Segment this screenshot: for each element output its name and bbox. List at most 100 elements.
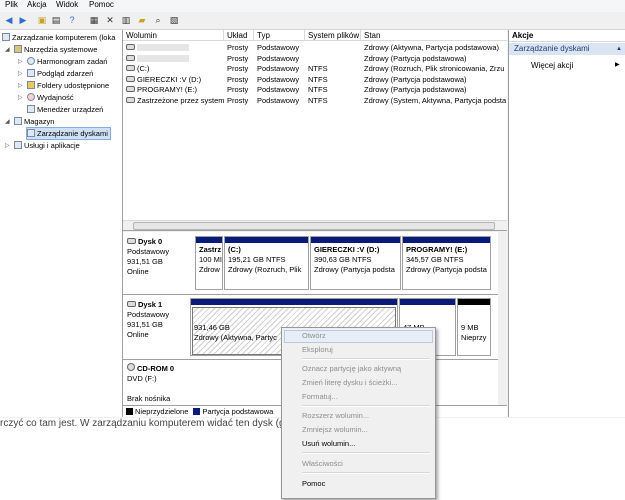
column-header-type[interactable]: Typ [254, 30, 305, 41]
disk-management-icon [27, 129, 35, 137]
menu-view[interactable]: Widok [56, 0, 78, 9]
expand-icon[interactable]: ▷ [5, 142, 10, 149]
table-row[interactable]: GIERECZKI :V (D:) Prosty Podstawowy NTFS Zdr… [123, 74, 507, 85]
search-icon[interactable]: ⌕ [152, 14, 164, 26]
primary-partition-swatch [193, 408, 201, 415]
volume-type: Podstawowy [257, 64, 300, 73]
tree-shared-folders[interactable]: Foldery udostępnione [27, 80, 109, 91]
navigation-tree: Zarządzanie komputerem (loka ◢ Narzędzia… [0, 30, 123, 417]
scrollbar-thumb[interactable] [133, 222, 495, 230]
expand-icon[interactable]: ▷ [18, 82, 23, 89]
tree-task-scheduler[interactable]: Harmonogram zadań [27, 56, 107, 67]
disk-1-state: Online [127, 330, 149, 339]
cdrom-name: CD-ROM 0 [137, 364, 175, 373]
help-icon[interactable]: ? [66, 14, 78, 26]
menu-action[interactable]: Akcja [27, 0, 47, 9]
actions-header: Akcje [509, 30, 625, 42]
properties-sheet-icon[interactable]: ▥ [120, 14, 132, 26]
volume-layout: Prosty [227, 43, 249, 52]
context-menu: Otwórz Eksploruj Oznacz partycję jako ak… [281, 327, 436, 499]
menu-item-properties[interactable]: Właściwości [302, 458, 343, 470]
menu-item-shrink[interactable]: Zmniejsz wolumin... [302, 424, 368, 436]
volume-filesystem [305, 53, 361, 64]
properties-icon[interactable]: ▦ [88, 14, 100, 26]
more-actions-item[interactable]: Więcej akcji [531, 61, 573, 70]
tree-root[interactable]: Zarządzanie komputerem (loka [2, 32, 115, 43]
delete-icon[interactable]: ✕ [104, 14, 116, 26]
disk-0-row[interactable]: Dysk 0 Podstawowy 931,51 GB Online Zastr… [123, 232, 507, 295]
clock-icon [27, 57, 35, 65]
vertical-scrollbar[interactable] [498, 232, 507, 406]
disk-0-size: 931,51 GB [127, 257, 163, 266]
actions-section-disk-management[interactable]: Zarządzanie dyskami ▲ [509, 43, 625, 55]
partition-c[interactable]: (C:) 195,21 GB NTFS Zdrowy (Rozruch, Plik [224, 236, 309, 290]
table-row[interactable]: Zastrzeżone przez system Prosty Podstawowy… [123, 95, 507, 106]
expand-icon[interactable]: ▷ [18, 70, 23, 77]
open-icon[interactable]: ▰ [136, 14, 148, 26]
folder-icon [27, 81, 35, 89]
horizontal-scrollbar[interactable] [123, 220, 507, 230]
collapse-arrow-icon[interactable]: ▲ [616, 43, 622, 55]
table-row[interactable]: Prosty Podstawowy Zdrowy (Partycja podstaw… [123, 53, 507, 64]
submenu-arrow-icon: ▶ [615, 62, 620, 68]
table-row[interactable]: PROGRAMY! (E:) Prosty Podstawowy NTFS Zdrowy… [123, 84, 507, 95]
services-icon [14, 141, 22, 149]
menu-item-format[interactable]: Formatuj... [302, 391, 338, 403]
collapse-icon[interactable]: ◢ [5, 46, 10, 53]
volume-layout: Prosty [227, 74, 249, 84]
column-header-status[interactable]: Stan [361, 30, 507, 41]
actions-pane: Akcje Zarządzanie dyskami ▲ Więcej akcji … [508, 30, 625, 417]
tree-event-viewer[interactable]: Podgląd zdarzeń [27, 68, 93, 79]
tree-disk-management[interactable]: Zarządzanie dyskami [26, 127, 111, 140]
menu-item-mark-active[interactable]: Oznacz partycję jako aktywną [302, 363, 401, 375]
menu-file[interactable]: Plik [5, 0, 18, 9]
disk-0-name: Dysk 0 [138, 237, 163, 246]
volume-layout: Prosty [227, 95, 249, 105]
menu-item-help[interactable]: Pomoc [302, 478, 325, 490]
partition-system-reserved[interactable]: Zastrz 100 MI Zdrow [195, 236, 223, 290]
tree-performance[interactable]: Wydajność [27, 92, 74, 103]
expand-icon[interactable]: ▷ [18, 58, 23, 65]
cdrom-icon [127, 363, 135, 371]
blurred-volume-name [137, 54, 189, 62]
column-header-layout[interactable]: Układ [224, 30, 254, 41]
partition-disk1-unallocated[interactable]: 9 MB Nieprzy [457, 298, 491, 356]
disk-0-type: Podstawowy [127, 247, 170, 256]
disk-0-state: Online [127, 267, 149, 276]
column-header-filesystem[interactable]: System plików [305, 30, 361, 41]
table-row[interactable]: Prosty Podstawowy Zdrowy (Aktywna, Partycj… [123, 42, 507, 53]
expand-icon[interactable]: ▷ [18, 94, 23, 101]
tree-services[interactable]: Usługi i aplikacje [14, 140, 80, 151]
folder-up-icon[interactable]: ▣ [36, 14, 48, 26]
volume-status: Zdrowy (Rozruch, Plik stronicowania, Zrz… [364, 64, 505, 73]
volume-icon [126, 86, 135, 92]
tree-device-manager[interactable]: Menedżer urządzeń [27, 104, 103, 115]
volume-type: Podstawowy [257, 74, 300, 84]
tree-system-tools[interactable]: Narzędzia systemowe [14, 44, 97, 55]
legend-primary: Partycja podstawowa [202, 407, 274, 416]
partition-d[interactable]: GIERECZKI :V (D:) 390,63 GB NTFS Zdrowy (P… [310, 236, 401, 290]
menu-item-change-letter[interactable]: Zmień literę dysku i ścieżki... [302, 377, 397, 389]
show-tree-icon[interactable]: ▤ [50, 14, 62, 26]
table-row[interactable]: (C:) Prosty Podstawowy NTFS Zdrowy (Rozruch,… [123, 63, 507, 74]
disk-1-size: 931,51 GB [127, 320, 163, 329]
disk-icon [127, 238, 136, 244]
tree-storage[interactable]: Magazyn [14, 116, 54, 127]
menu-help[interactable]: Pomoc [89, 0, 114, 9]
toolbar: ◀ ▶ ▣ ▤ ? ▦ ✕ ▥ ▰ ⌕ ▧ [0, 12, 625, 30]
column-header-volume[interactable]: Wolumin [123, 30, 224, 41]
menu-item-extend[interactable]: Rozszerz wolumin... [302, 410, 369, 422]
forward-icon[interactable]: ▶ [17, 14, 29, 26]
cdrom-type: DVD (F:) [127, 374, 157, 383]
back-icon[interactable]: ◀ [3, 14, 15, 26]
partition-e[interactable]: PROGRAMY! (E:) 345,57 GB NTFS Zdrowy (Part… [402, 236, 491, 290]
menu-item-delete-volume[interactable]: Usuń wolumin... [302, 438, 355, 450]
menu-separator [302, 452, 430, 454]
menu-item-explore[interactable]: Eksploruj [302, 344, 333, 356]
volume-status: Zdrowy (Partycja podstawowa) [364, 85, 467, 94]
collapse-icon[interactable]: ◢ [5, 118, 10, 125]
volume-filesystem [305, 42, 361, 53]
cdrom-media: Brak nośnika [127, 394, 171, 403]
menu-item-open[interactable]: Otwórz [302, 330, 326, 342]
view-icon[interactable]: ▧ [168, 14, 180, 26]
